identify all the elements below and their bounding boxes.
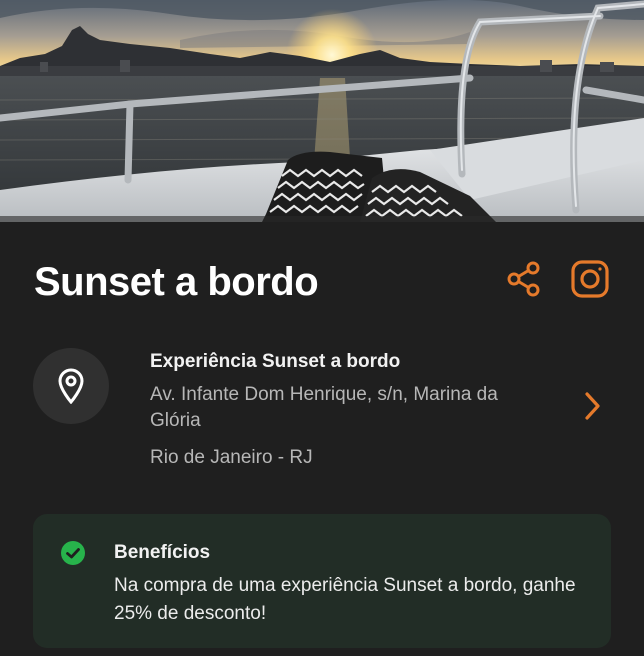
location-name: Experiência Sunset a bordo [150, 351, 401, 372]
benefits-description: Na compra de uma experiência Sunset a bo… [114, 575, 576, 624]
chevron-right-icon[interactable] [578, 390, 606, 422]
check-circle-icon [61, 541, 85, 565]
instagram-icon [571, 260, 609, 298]
map-pin-icon [58, 368, 84, 404]
instagram-button[interactable] [568, 257, 612, 301]
hero-image [0, 0, 644, 222]
page-title: Sunset a bordo [34, 260, 319, 304]
location-city: Rio de Janeiro - RJ [150, 447, 313, 468]
share-icon [507, 261, 540, 297]
location-row[interactable]: Experiência Sunset a bordo Av. Infante D… [0, 340, 644, 480]
location-address: Av. Infante Dom Henrique, s/n, Marina da… [150, 384, 498, 431]
share-button[interactable] [502, 257, 546, 301]
benefits-card: Benefícios Na compra de uma experiência … [33, 514, 611, 648]
benefits-title: Benefícios [114, 542, 211, 563]
location-icon-container [33, 348, 109, 424]
